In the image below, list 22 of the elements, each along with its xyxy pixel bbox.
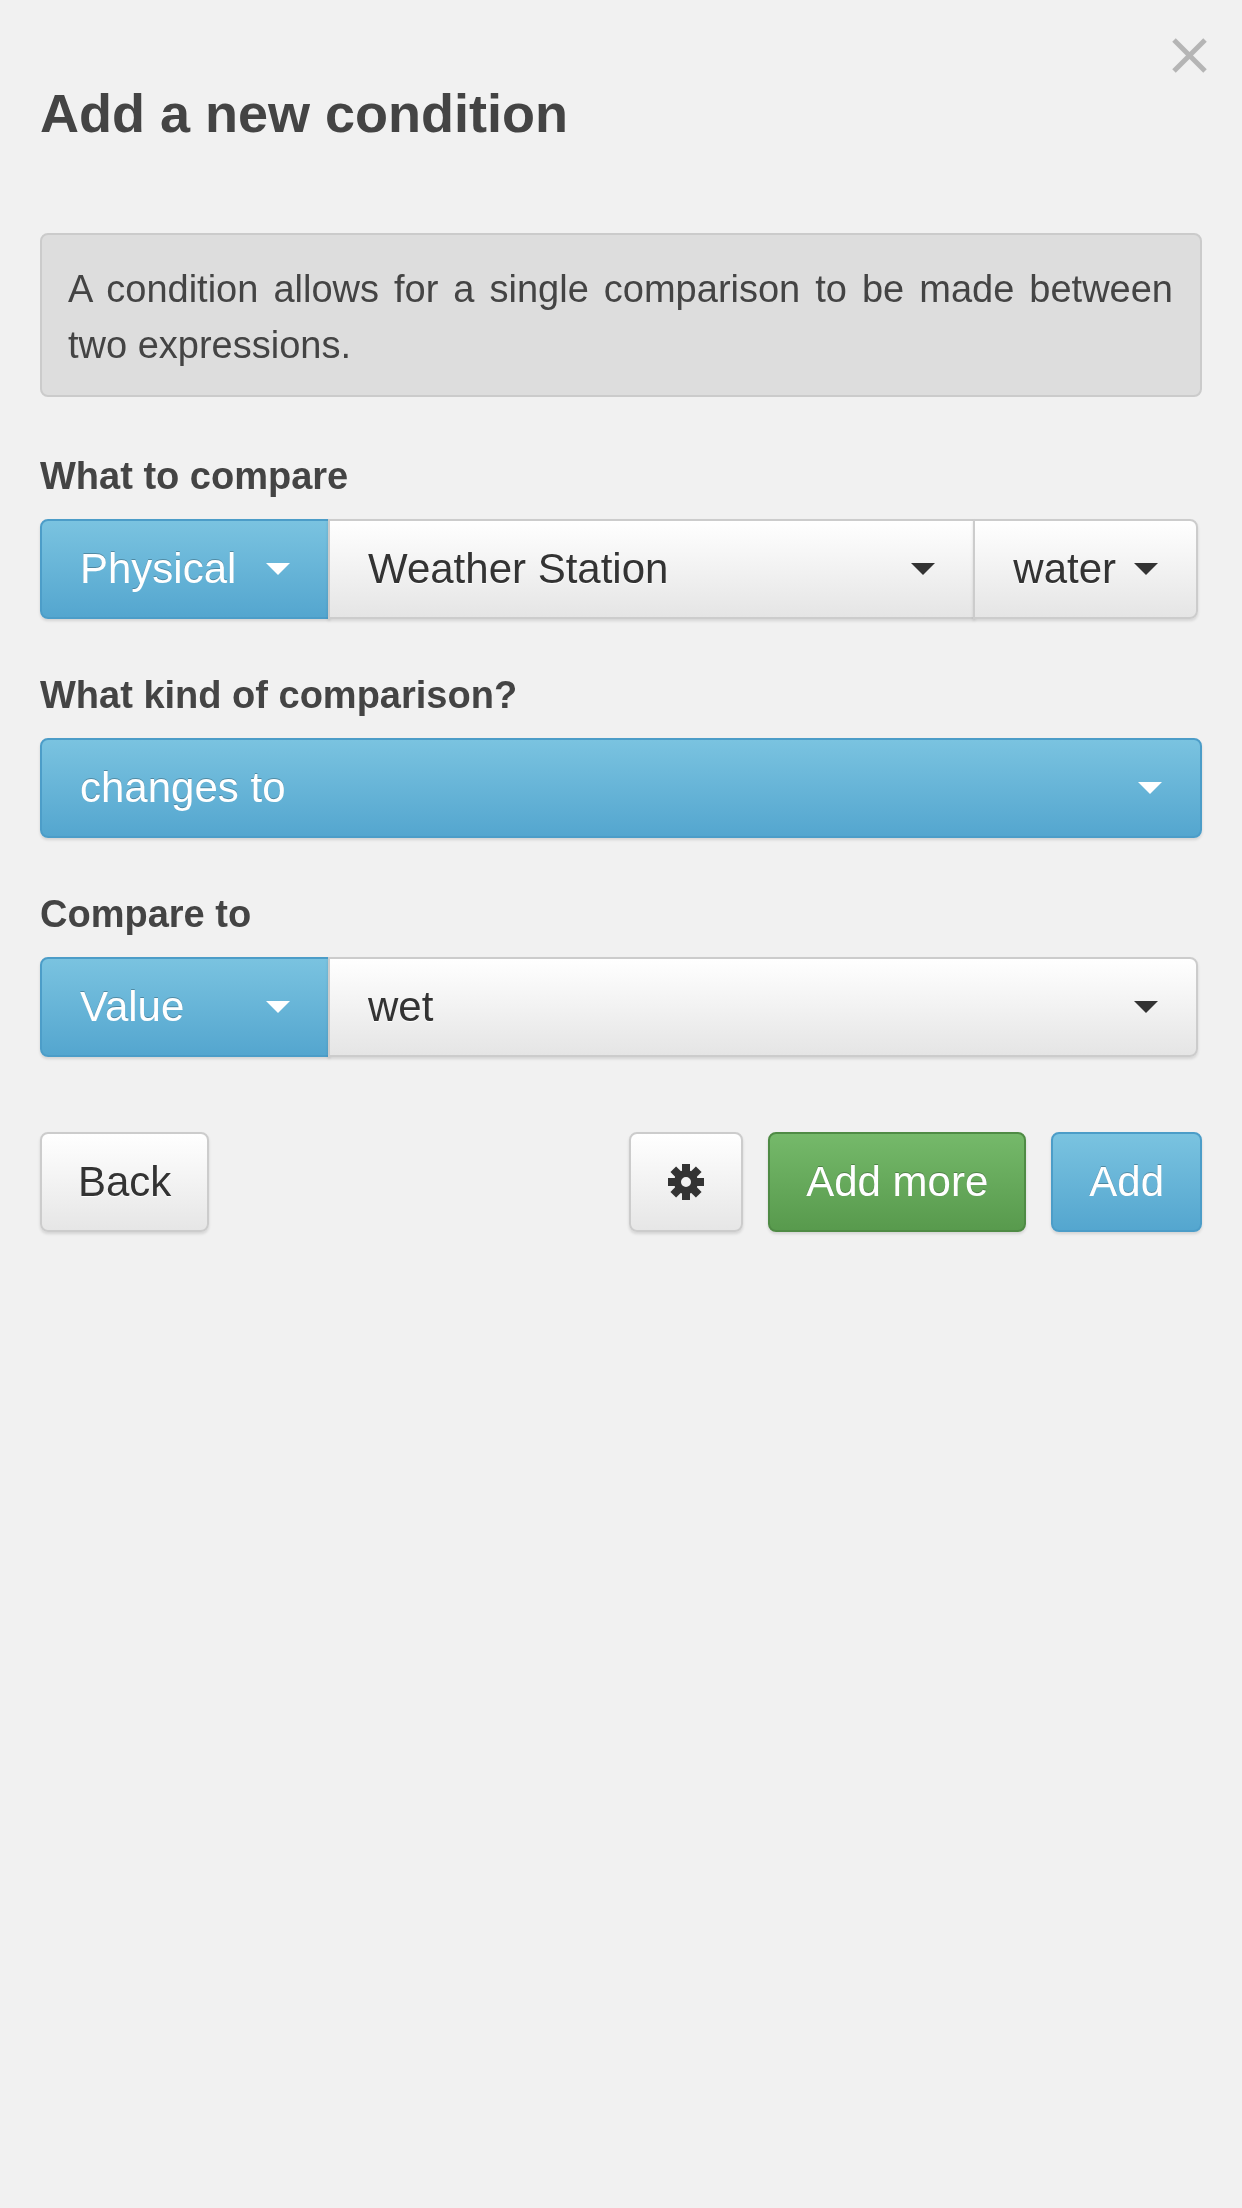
dropdown[interactable]: changes to [40, 738, 1202, 838]
back-button[interactable]: Back [40, 1132, 210, 1232]
caret-icon [1138, 782, 1162, 794]
gear-icon [668, 1164, 705, 1200]
dropdown[interactable]: water [973, 519, 1198, 619]
dropdown[interactable]: Weather Station [328, 519, 976, 619]
dropdown[interactable]: Value [40, 957, 330, 1057]
caret-icon [1134, 563, 1158, 575]
field-label: What to compare [40, 454, 350, 499]
dropdown[interactable]: wet [328, 957, 1198, 1057]
settings-button[interactable] [629, 1132, 744, 1232]
action-button[interactable]: Add more [768, 1132, 1027, 1232]
caret-icon [266, 1001, 290, 1013]
field-label: What kind of comparison? [40, 673, 519, 718]
caret-icon [911, 563, 936, 575]
dropdown[interactable]: Physical [40, 519, 330, 619]
caret-icon [1134, 1001, 1158, 1013]
action-button[interactable]: Add [1051, 1132, 1202, 1232]
field-label: Compare to [40, 892, 253, 937]
info-panel: A condition allows for a single comparison to be made between two expressions. [40, 233, 1202, 397]
dialog-title: Add a new condition [40, 83, 568, 143]
caret-icon [266, 563, 290, 575]
